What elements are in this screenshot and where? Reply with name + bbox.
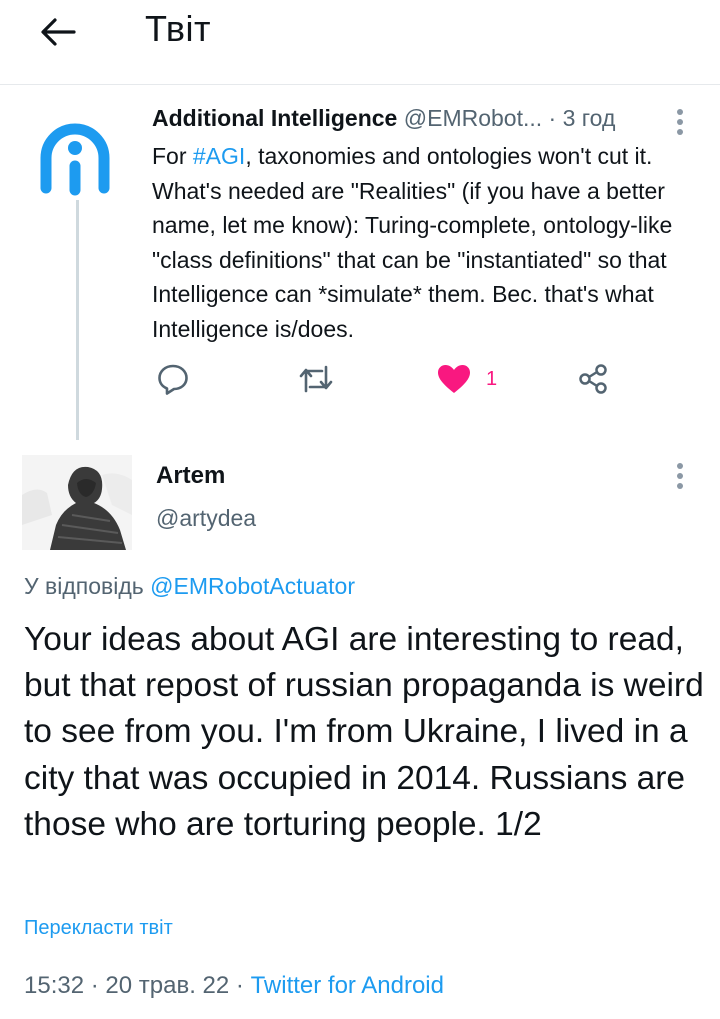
hashtag-link[interactable]: #AGI (193, 143, 245, 169)
translate-tweet-link[interactable]: Перекласти твіт (24, 917, 173, 940)
mention-link[interactable]: @EMRobotActuator (150, 573, 355, 599)
like-count: 1 (486, 367, 498, 390)
tweet-time: 3 год (562, 105, 616, 131)
reply-button[interactable] (156, 357, 190, 401)
tweet-time: 15:32 (24, 972, 85, 999)
parent-tweet-text: For #AGI, taxonomies and ontologies won'… (152, 139, 702, 346)
reply-icon (158, 364, 188, 395)
back-button[interactable] (30, 10, 86, 54)
additional-intelligence-logo-icon (40, 123, 110, 196)
page-title: Твіт (145, 8, 212, 49)
tweet-metadata: 15:32 · 20 трав. 22 · Twitter for Androi… (24, 972, 444, 1000)
separator-dot: · (542, 105, 563, 131)
thread-connector-line (76, 200, 79, 440)
reply-avatar[interactable] (22, 455, 132, 550)
replying-to-line: У відповідь @EMRobotActuator (24, 573, 355, 600)
text-prefix: For (152, 143, 193, 169)
parent-tweet-header: Additional Intelligence @EMRobot... · 3 … (152, 105, 615, 132)
tweet-source-link[interactable]: Twitter for Android (251, 972, 444, 999)
replying-prefix: У відповідь (24, 573, 151, 599)
reply-more-options-button[interactable] (668, 458, 692, 494)
reply-author-name[interactable]: Artem (156, 462, 225, 490)
user-photo-icon (22, 455, 132, 550)
text-body: , taxonomies and ontologies won't cut it… (152, 143, 673, 342)
reply-tweet-text: Your ideas about AGI are interesting to … (24, 621, 704, 843)
author-handle[interactable]: @EMRobot... (404, 105, 542, 131)
retweet-button[interactable] (298, 357, 334, 401)
tweet-actions: 1 (150, 357, 620, 401)
reply-author-handle[interactable]: @artydea (156, 505, 256, 532)
more-options-button[interactable] (668, 104, 692, 140)
more-vertical-icon (677, 463, 683, 489)
top-bar: Твіт (0, 0, 720, 85)
separator-dot: · (229, 972, 251, 999)
share-button[interactable] (576, 357, 610, 401)
share-icon (579, 364, 607, 394)
heart-icon (438, 365, 470, 393)
like-button[interactable]: 1 (436, 357, 497, 401)
tweet-date: 20 трав. 22 (105, 972, 230, 999)
back-arrow-icon (41, 18, 76, 46)
retweet-icon (299, 365, 333, 393)
separator-dot: · (84, 972, 106, 999)
avatar[interactable] (30, 112, 120, 202)
author-name[interactable]: Additional Intelligence (152, 105, 397, 131)
more-vertical-icon (677, 109, 683, 135)
